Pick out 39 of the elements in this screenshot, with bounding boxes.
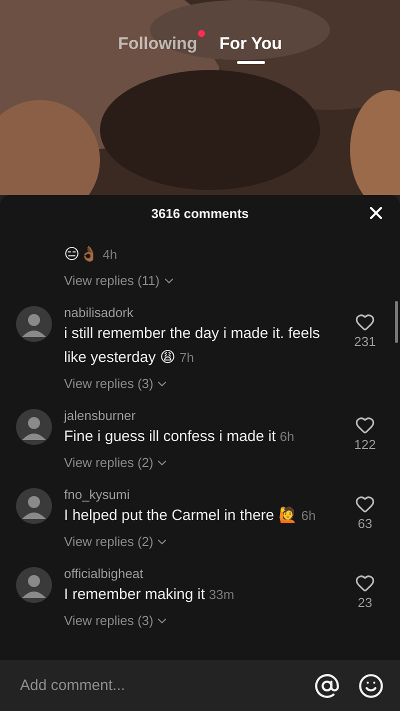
- emoji-icon[interactable]: [358, 672, 384, 698]
- comment-time: 7h: [180, 350, 194, 365]
- like-button[interactable]: [355, 312, 375, 332]
- comment-text: I remember making it 33m: [64, 585, 234, 605]
- comment-time: 6h: [301, 508, 316, 523]
- feed-tab[interactable]: For You: [219, 34, 282, 64]
- comment-text: Fine i guess ill confess i made it 6h: [64, 427, 294, 447]
- avatar-icon[interactable]: [16, 488, 52, 524]
- comment-time: 6h: [280, 429, 294, 444]
- username[interactable]: jalensburner: [64, 407, 136, 425]
- comment-text: i still remember the day i made it. feels like yesterday 😩 7h: [64, 324, 321, 368]
- comment-input[interactable]: Add comment...: [18, 676, 296, 695]
- comment-text: I helped put the Carmel in there 🙋 6h: [64, 506, 316, 526]
- comment-text: 😑👌🏾 4h: [64, 245, 118, 265]
- view-replies-button[interactable]: View replies (2): [64, 454, 170, 472]
- like-count: 122: [354, 437, 376, 452]
- comment-time: 33m: [208, 587, 234, 602]
- comment-time: 4h: [102, 247, 118, 262]
- like-count: 63: [358, 516, 372, 531]
- like-button[interactable]: [355, 573, 375, 593]
- like-button[interactable]: [355, 494, 375, 514]
- like-count: 231: [354, 334, 376, 349]
- like-button[interactable]: [355, 415, 375, 435]
- username[interactable]: fno_kysumi: [64, 486, 130, 504]
- like-count: 23: [358, 595, 372, 610]
- feed-tab[interactable]: Following: [118, 34, 198, 64]
- avatar-icon[interactable]: [16, 409, 52, 445]
- username[interactable]: nabilisadork: [64, 304, 134, 322]
- view-replies-button[interactable]: View replies (2): [64, 533, 170, 551]
- view-replies-button[interactable]: View replies (3): [64, 375, 170, 393]
- scrollbar[interactable]: [395, 301, 398, 343]
- avatar-icon[interactable]: [16, 567, 52, 603]
- tab-underline: [236, 61, 265, 64]
- view-replies-button[interactable]: View replies (11): [64, 272, 176, 290]
- username[interactable]: officialbigheat: [64, 565, 144, 583]
- avatar-icon[interactable]: [16, 306, 52, 342]
- view-replies-button[interactable]: View replies (3): [64, 612, 170, 630]
- mention-icon[interactable]: [314, 672, 340, 698]
- comments-title: 3616 comments: [151, 206, 249, 220]
